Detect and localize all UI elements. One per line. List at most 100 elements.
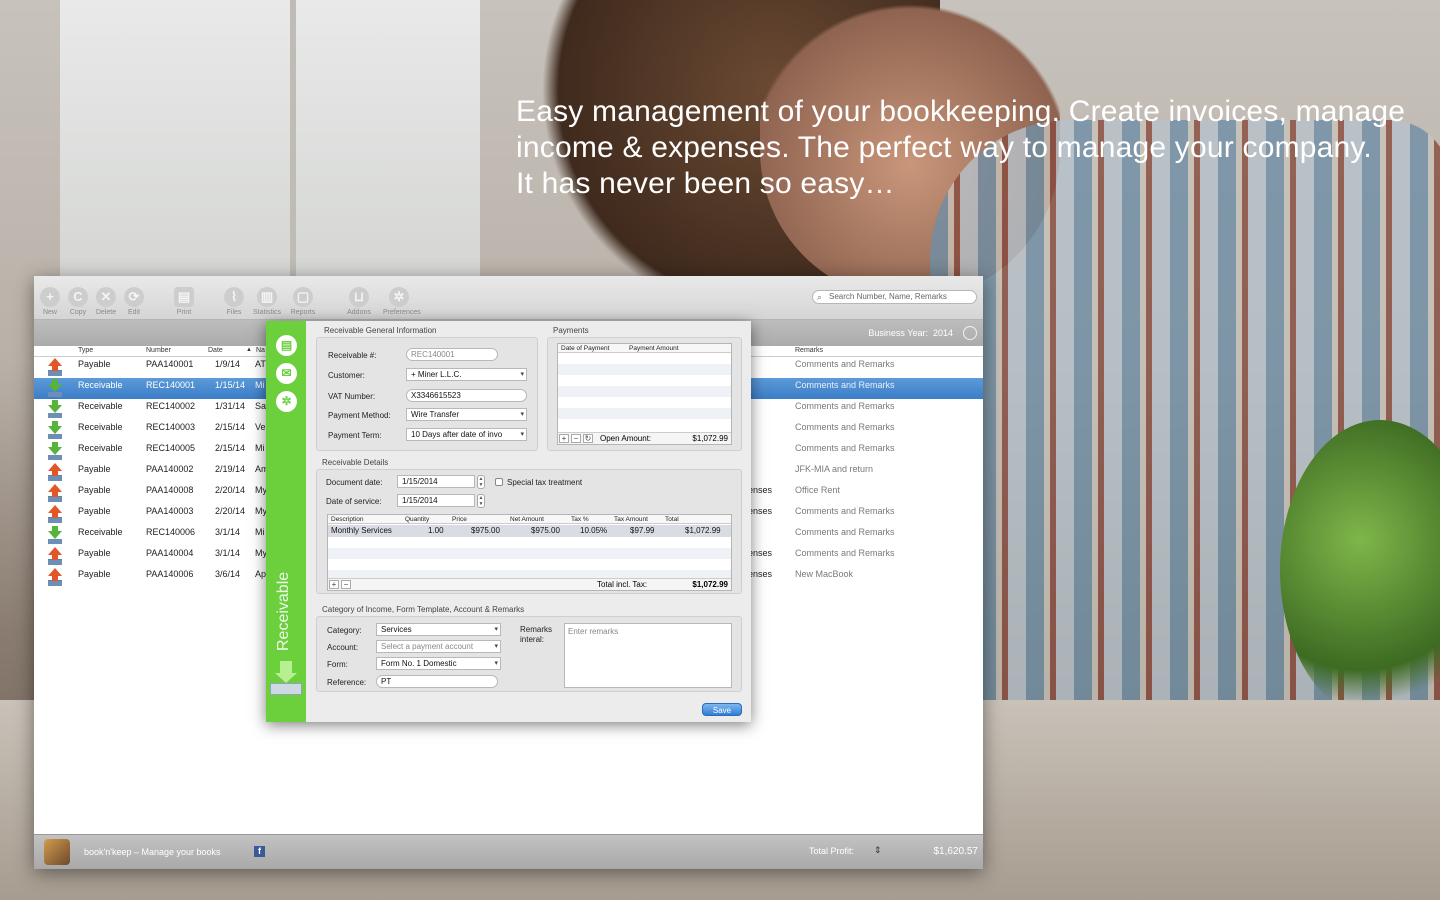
col-type[interactable]: Type (78, 347, 93, 354)
chart-icon: ▥ (257, 287, 277, 307)
cart-icon: ⊔ (349, 287, 369, 307)
row-type: Payable (78, 548, 111, 558)
dialog-sidebar: ▤ ✉ ✲ Receivable (266, 321, 306, 722)
item-total: $1,072.99 (685, 526, 721, 535)
service-date-label: Date of service: (326, 497, 382, 506)
payment-method-select[interactable]: Wire Transfer (406, 408, 527, 421)
add-customer-icon[interactable]: + (411, 370, 416, 379)
mail-icon[interactable]: ✉ (276, 363, 297, 384)
row-remarks: Comments and Remarks (795, 443, 895, 453)
remarks-label-2: interal: (520, 635, 545, 644)
row-name: Mi (255, 380, 265, 390)
receivable-number-field[interactable]: REC140001 (406, 348, 498, 361)
row-number: PAA140008 (146, 485, 194, 495)
delete-icon: ✕ (96, 287, 116, 307)
payments-table-footer: + − ↻ Open Amount: $1,072.99 (558, 432, 731, 444)
form-select[interactable]: Form No. 1 Domestic (376, 657, 501, 670)
row-type: Payable (78, 359, 111, 369)
item-net: $975.00 (531, 526, 560, 535)
payment-term-select[interactable]: 10 Days after date of invo (406, 428, 527, 441)
table-row (558, 408, 731, 419)
line-items-table: Description Quantity Price Net Amount Ta… (327, 514, 732, 591)
gear-icon: ✲ (389, 287, 409, 307)
row-category: enses (748, 485, 773, 495)
reports-button[interactable]: ▢ Reports (287, 287, 319, 316)
print-button[interactable]: ▤ Print (168, 287, 200, 316)
table-row (328, 548, 731, 559)
addons-button[interactable]: ⊔ Addons (343, 287, 375, 316)
total-profit-label: Total Profit: (809, 846, 855, 856)
statistics-label: Statistics (252, 309, 281, 316)
row-type: Payable (78, 464, 111, 474)
row-date: 1/9/14 (215, 359, 241, 369)
account-label: Account: (327, 643, 359, 652)
row-type: Payable (78, 485, 111, 495)
addons-label: Addons (347, 309, 371, 316)
receivable-arrow-icon (48, 421, 62, 439)
line-item-row[interactable]: Monthly Services 1.00 $975.00 $975.00 10… (328, 525, 731, 537)
save-button[interactable]: Save (702, 703, 742, 716)
special-tax-checkbox[interactable] (495, 478, 503, 486)
details-section-title: Receivable Details (322, 458, 389, 467)
col-remarks[interactable]: Remarks (795, 347, 823, 354)
business-year: Business Year: 2014 (868, 328, 953, 338)
row-number: REC140005 (146, 443, 196, 453)
col-number[interactable]: Number (146, 347, 171, 354)
row-name: Ap (255, 569, 267, 579)
clock-icon[interactable] (963, 326, 977, 340)
col-tax-amount: Tax Amount (614, 516, 648, 523)
statistics-button[interactable]: ▥ Statistics (251, 287, 283, 316)
col-net-amount: Net Amount (510, 516, 544, 523)
remove-line-button[interactable]: − (341, 580, 351, 589)
service-date-stepper[interactable]: ▲ ▼ (477, 494, 485, 508)
paperclip-icon: ⌇ (224, 287, 244, 307)
payment-method-label: Payment Method: (328, 411, 391, 420)
row-remarks: JFK-MIA and return (795, 464, 874, 474)
gear-icon[interactable]: ✲ (276, 391, 297, 412)
row-number: REC140003 (146, 422, 196, 432)
row-number: PAA140004 (146, 548, 194, 558)
printer-icon[interactable]: ▤ (276, 335, 297, 356)
document-date-stepper[interactable]: ▲ ▼ (477, 475, 485, 489)
edit-icon: ⟳ (124, 287, 144, 307)
category-label: Category: (327, 626, 362, 635)
document-date-field[interactable]: 1/15/2014 (397, 475, 475, 488)
customer-label: Customer: (328, 371, 365, 380)
vat-field[interactable]: X3346615523 (406, 389, 527, 402)
files-button[interactable]: ⌇ Files (218, 287, 250, 316)
service-date-field[interactable]: 1/15/2014 (397, 494, 475, 507)
remove-payment-button[interactable]: − (571, 434, 581, 443)
receivable-vertical-label: Receivable (275, 571, 292, 651)
headline: Easy management of your bookkeeping. Cre… (516, 94, 1426, 202)
payable-arrow-icon (48, 505, 62, 523)
remarks-textarea[interactable]: Enter remarks (564, 623, 732, 688)
receivable-arrow-icon (48, 442, 62, 460)
reference-field[interactable]: PT (376, 675, 498, 688)
customer-select[interactable]: + Miner L.L.C. (406, 368, 527, 381)
col-date[interactable]: Date (208, 347, 223, 354)
category-select[interactable]: Services (376, 623, 501, 636)
row-date: 3/1/14 (215, 527, 241, 537)
col-name[interactable]: Na (256, 347, 265, 354)
headline-line-3: It has never been so easy… (516, 167, 895, 200)
general-section-title: Receivable General Information (324, 326, 437, 335)
reference-label: Reference: (327, 678, 367, 687)
edit-button[interactable]: ⟳ Edit (118, 287, 150, 316)
preferences-button[interactable]: ✲ Preferences (383, 287, 421, 316)
open-amount-value: $1,072.99 (692, 434, 728, 443)
remarks-label: Remarks (520, 625, 553, 634)
search-input[interactable]: ⌕ Search Number, Name, Remarks (812, 290, 977, 304)
receivable-arrow-icon (48, 400, 62, 418)
add-line-button[interactable]: + (329, 580, 339, 589)
row-date: 2/15/14 (215, 443, 246, 453)
facebook-icon[interactable]: f (254, 846, 265, 857)
vat-label: VAT Number: (328, 392, 376, 401)
account-select[interactable]: Select a payment account (376, 640, 501, 653)
col-total: Total (665, 516, 679, 523)
add-payment-button[interactable]: + (559, 434, 569, 443)
receivable-dialog: ▤ ✉ ✲ Receivable Receivable General Info… (266, 321, 751, 722)
row-date: 3/1/14 (215, 548, 241, 558)
refresh-payment-button[interactable]: ↻ (583, 434, 593, 443)
updown-arrows-icon[interactable]: ⇕ (874, 845, 882, 856)
row-date: 2/20/14 (215, 485, 246, 495)
